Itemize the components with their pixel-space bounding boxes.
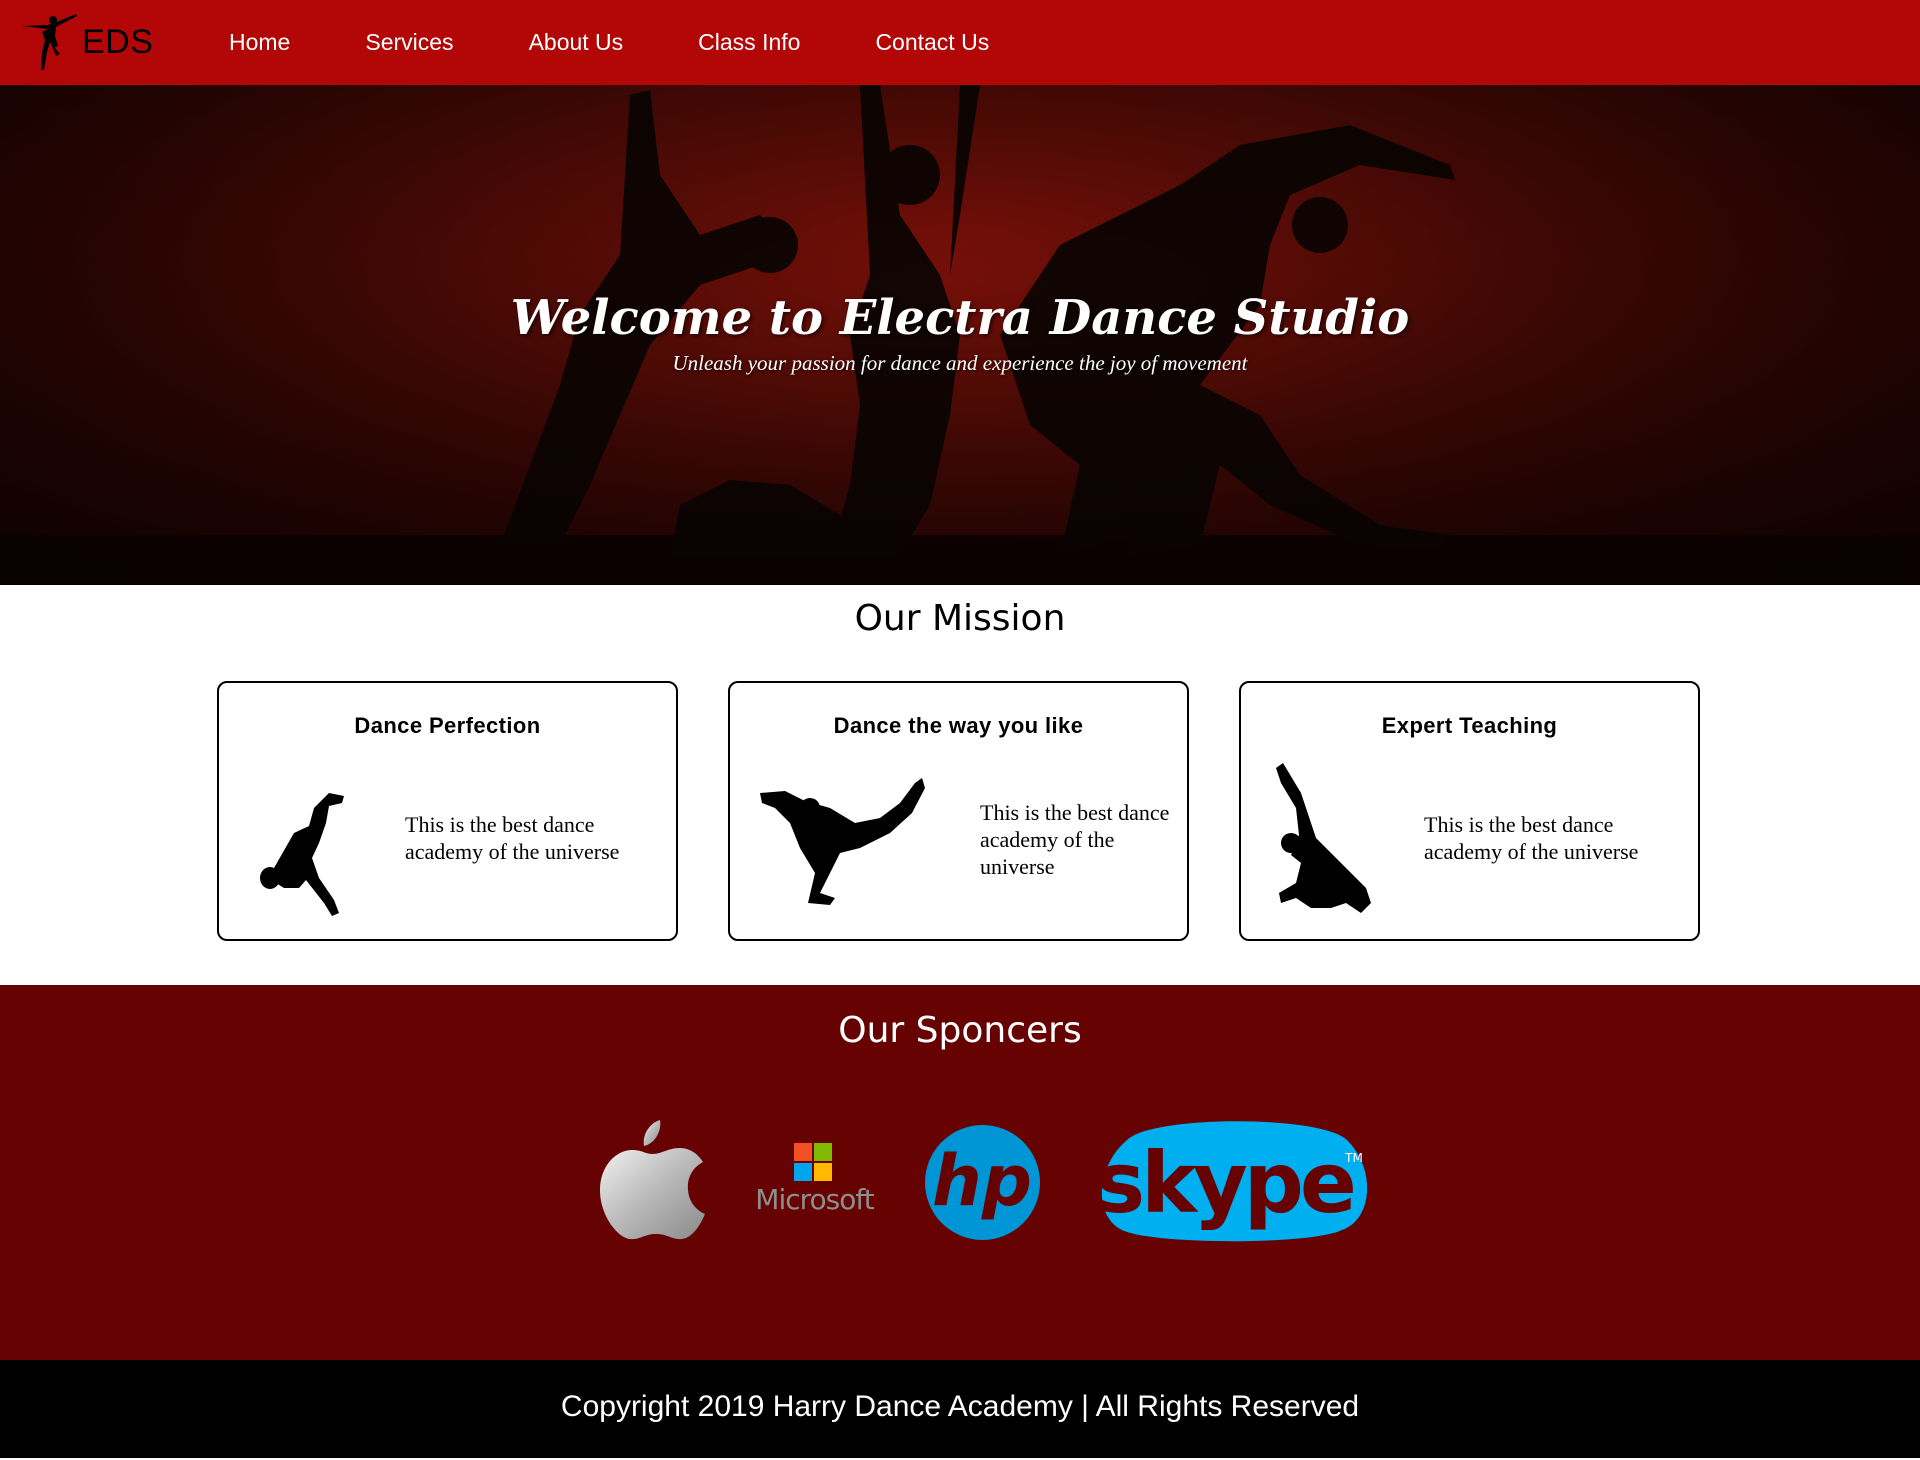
- mission-card-dance-your-way: Dance the way you like This is the best …: [728, 681, 1189, 941]
- nav-links: Home Services About Us Class Info Contac…: [229, 0, 1064, 85]
- microsoft-wordmark: Microsoft: [755, 1183, 874, 1216]
- card-title: Expert Teaching: [1381, 713, 1558, 738]
- ballerina-icon: [22, 14, 77, 70]
- card-text: This is the best dance academy of the un…: [405, 812, 620, 864]
- skype-logo[interactable]: skype TM: [1092, 1120, 1367, 1245]
- footer: Copyright 2019 Harry Dance Academy | All…: [0, 1360, 1920, 1458]
- mission-card-dance-perfection: Dance Perfection This is the best dance …: [217, 681, 678, 941]
- sponsors-section: Our Sponcers Microsoft hp skype TM: [0, 985, 1920, 1360]
- card-title: Dance Perfection: [354, 713, 541, 738]
- copyright-text: Copyright 2019 Harry Dance Academy | All…: [560, 1390, 1360, 1423]
- nav-about[interactable]: About Us: [529, 29, 624, 56]
- breakdancer-icon: [760, 778, 925, 905]
- logo-text: EDS: [82, 22, 154, 61]
- hero-title: Welcome to Electra Dance Studio: [510, 290, 1410, 346]
- nav-contact[interactable]: Contact Us: [875, 29, 989, 56]
- nav-home[interactable]: Home: [229, 29, 290, 56]
- trademark-mark: TM: [1344, 1151, 1363, 1165]
- card-text: This is the best dance academy of the un…: [1424, 812, 1639, 864]
- logo[interactable]: EDS: [20, 12, 153, 72]
- nav-class-info[interactable]: Class Info: [698, 29, 800, 56]
- card-text: This is the best dance academy of the un…: [980, 800, 1170, 879]
- hp-wordmark: hp: [932, 1140, 1032, 1222]
- navbar: EDS Home Services About Us Class Info Co…: [0, 0, 1920, 85]
- nav-services[interactable]: Services: [365, 29, 453, 56]
- card-title: Dance the way you like: [833, 713, 1084, 738]
- dancer-crouch-icon: [1276, 763, 1371, 913]
- hero-subtitle: Unleash your passion for dance and exper…: [672, 351, 1248, 375]
- mission-title: Our Mission: [854, 598, 1066, 639]
- dancer-flip-icon: [260, 793, 344, 916]
- mission-card-expert-teaching: Expert Teaching This is the best dance a…: [1239, 681, 1700, 941]
- hp-logo[interactable]: hp: [925, 1125, 1040, 1240]
- hero-banner: Welcome to Electra Dance Studio Unleash …: [0, 85, 1920, 585]
- sponsors-title: Our Sponcers: [838, 1010, 1082, 1051]
- skype-wordmark: skype: [1095, 1134, 1353, 1232]
- microsoft-logo[interactable]: Microsoft: [752, 1143, 877, 1223]
- apple-logo[interactable]: [600, 1120, 705, 1240]
